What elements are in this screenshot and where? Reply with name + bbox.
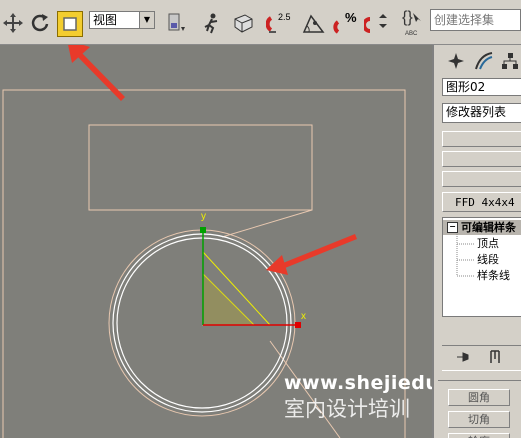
stack-tree-lines bbox=[456, 234, 475, 277]
svg-text:{}: {} bbox=[402, 9, 413, 26]
y-axis-label: y bbox=[201, 211, 206, 222]
collapse-icon[interactable]: − bbox=[447, 222, 458, 233]
create-tab-icon[interactable] bbox=[444, 49, 468, 73]
top-viewport[interactable]: y x www.shejiedu.com 室内设计培训 bbox=[0, 45, 432, 438]
pivot-icon[interactable] bbox=[163, 9, 189, 37]
command-panel-tabs bbox=[440, 49, 521, 75]
watermark-text: 室内设计培训 bbox=[284, 397, 410, 421]
object-name-field[interactable]: 图形02 bbox=[442, 78, 521, 96]
modify-tab-icon[interactable] bbox=[472, 49, 496, 73]
watermark-url: www.shejiedu.com bbox=[284, 372, 432, 394]
chamfer-button[interactable]: 切角 bbox=[448, 411, 510, 428]
x-axis-label: x bbox=[301, 311, 306, 322]
y-axis-handle bbox=[200, 227, 206, 233]
modifier-slot-2[interactable] bbox=[442, 151, 521, 167]
outline-button[interactable]: 轮廓 bbox=[448, 433, 510, 438]
percent-snap-icon[interactable]: % bbox=[333, 9, 359, 37]
ffd-modifier-button[interactable]: FFD 4x4x4 bbox=[442, 192, 521, 212]
stack-root-label: 可编辑样条 bbox=[461, 221, 516, 234]
angle-snap-icon[interactable] bbox=[301, 9, 327, 37]
tangent-line-upper bbox=[221, 209, 313, 238]
spinner-snap-icon[interactable] bbox=[364, 9, 390, 37]
rollout-divider bbox=[438, 380, 521, 381]
show-end-result-icon[interactable] bbox=[488, 349, 502, 370]
outer-circle-shape bbox=[108, 229, 296, 417]
fillet-button[interactable]: 圆角 bbox=[448, 389, 510, 406]
percent-label: % bbox=[345, 10, 357, 25]
stack-root-item[interactable]: − 可编辑样条 bbox=[443, 220, 521, 235]
abc-label: ABC bbox=[405, 31, 418, 37]
inner-circle-highlight bbox=[116, 237, 288, 409]
snap-toggle-icon[interactable]: 2.5 bbox=[266, 9, 292, 37]
modifier-slot-1[interactable] bbox=[442, 131, 521, 147]
select-region-icon[interactable] bbox=[57, 11, 83, 37]
reference-coordinate-dropdown[interactable]: 视图 ▼ bbox=[89, 11, 155, 29]
annotation-arrow-middle bbox=[266, 234, 357, 275]
edit-named-selection-icon[interactable]: {} ABC bbox=[400, 9, 428, 37]
view-dropdown-chevron-icon[interactable]: ▼ bbox=[139, 12, 154, 28]
main-toolbar: 视图 ▼ 2.5 % {} ABC 创建选择集 bbox=[0, 0, 521, 45]
hierarchy-tab-icon[interactable] bbox=[498, 49, 521, 73]
stack-toolbar bbox=[442, 345, 521, 371]
manipulate-icon[interactable] bbox=[199, 9, 225, 37]
inner-rectangle-shape bbox=[88, 124, 313, 211]
outer-circle-highlight bbox=[112, 233, 292, 413]
snap-value: 2.5 bbox=[278, 12, 291, 22]
named-selection-placeholder: 创建选择集 bbox=[434, 13, 495, 27]
modifier-list-dropdown[interactable]: 修改器列表 bbox=[442, 103, 521, 123]
move-icon[interactable] bbox=[0, 9, 26, 37]
command-panel: 图形02 修改器列表 FFD 4x4x4 − 可编辑样条 顶点 线段 样条线 圆角… bbox=[432, 45, 521, 438]
annotation-arrow-top bbox=[68, 45, 125, 101]
modifier-list-label: 修改器列表 bbox=[446, 105, 507, 119]
keyboard-shortcut-icon[interactable] bbox=[230, 9, 256, 37]
ffd-label: FFD 4x4x4 bbox=[455, 196, 515, 209]
object-name-value: 图形02 bbox=[446, 80, 486, 94]
modifier-slot-3[interactable] bbox=[442, 171, 521, 187]
pin-stack-icon[interactable] bbox=[456, 350, 472, 369]
view-dropdown-value: 视图 bbox=[93, 13, 118, 27]
rotate-icon[interactable] bbox=[27, 9, 53, 37]
x-axis-handle bbox=[295, 322, 301, 328]
named-selection-input[interactable]: 创建选择集 bbox=[430, 9, 521, 31]
modifier-stack[interactable]: − 可编辑样条 顶点 线段 样条线 bbox=[442, 217, 521, 317]
